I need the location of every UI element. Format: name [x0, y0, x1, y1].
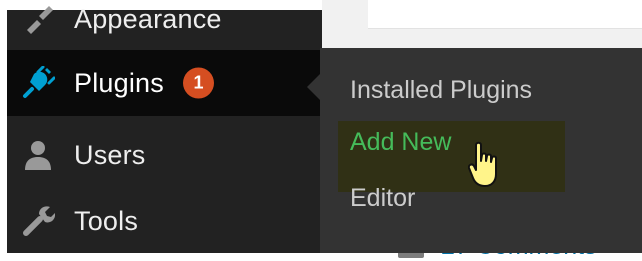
admin-sidebar-menu: Appearance Plugins 1 Users Tools [7, 4, 322, 254]
submenu-item-installed-plugins[interactable]: Installed Plugins [350, 76, 532, 105]
submenu-item-editor[interactable]: Editor [350, 184, 415, 213]
content-card [368, 0, 642, 29]
paintbrush-icon [27, 6, 53, 34]
hand-pointer-cursor-icon [468, 141, 497, 187]
submenu-item-add-new[interactable]: Add New [350, 128, 451, 157]
plug-icon [23, 66, 55, 98]
sidebar-item-label: Users [74, 139, 146, 170]
sidebar-item-label: Plugins [74, 67, 164, 98]
user-icon [25, 141, 51, 170]
sidebar-item-appearance[interactable]: Appearance [7, 0, 322, 52]
sidebar-item-label: Appearance [74, 3, 222, 34]
wrench-icon [23, 206, 55, 236]
update-count-badge: 1 [183, 67, 214, 99]
sidebar-item-label: Tools [74, 205, 139, 236]
submenu-pointer [307, 74, 320, 100]
sidebar-item-plugins[interactable]: Plugins 1 [7, 50, 322, 116]
sidebar-item-tools[interactable]: Tools [7, 188, 322, 254]
sidebar-item-users[interactable]: Users [7, 122, 322, 188]
